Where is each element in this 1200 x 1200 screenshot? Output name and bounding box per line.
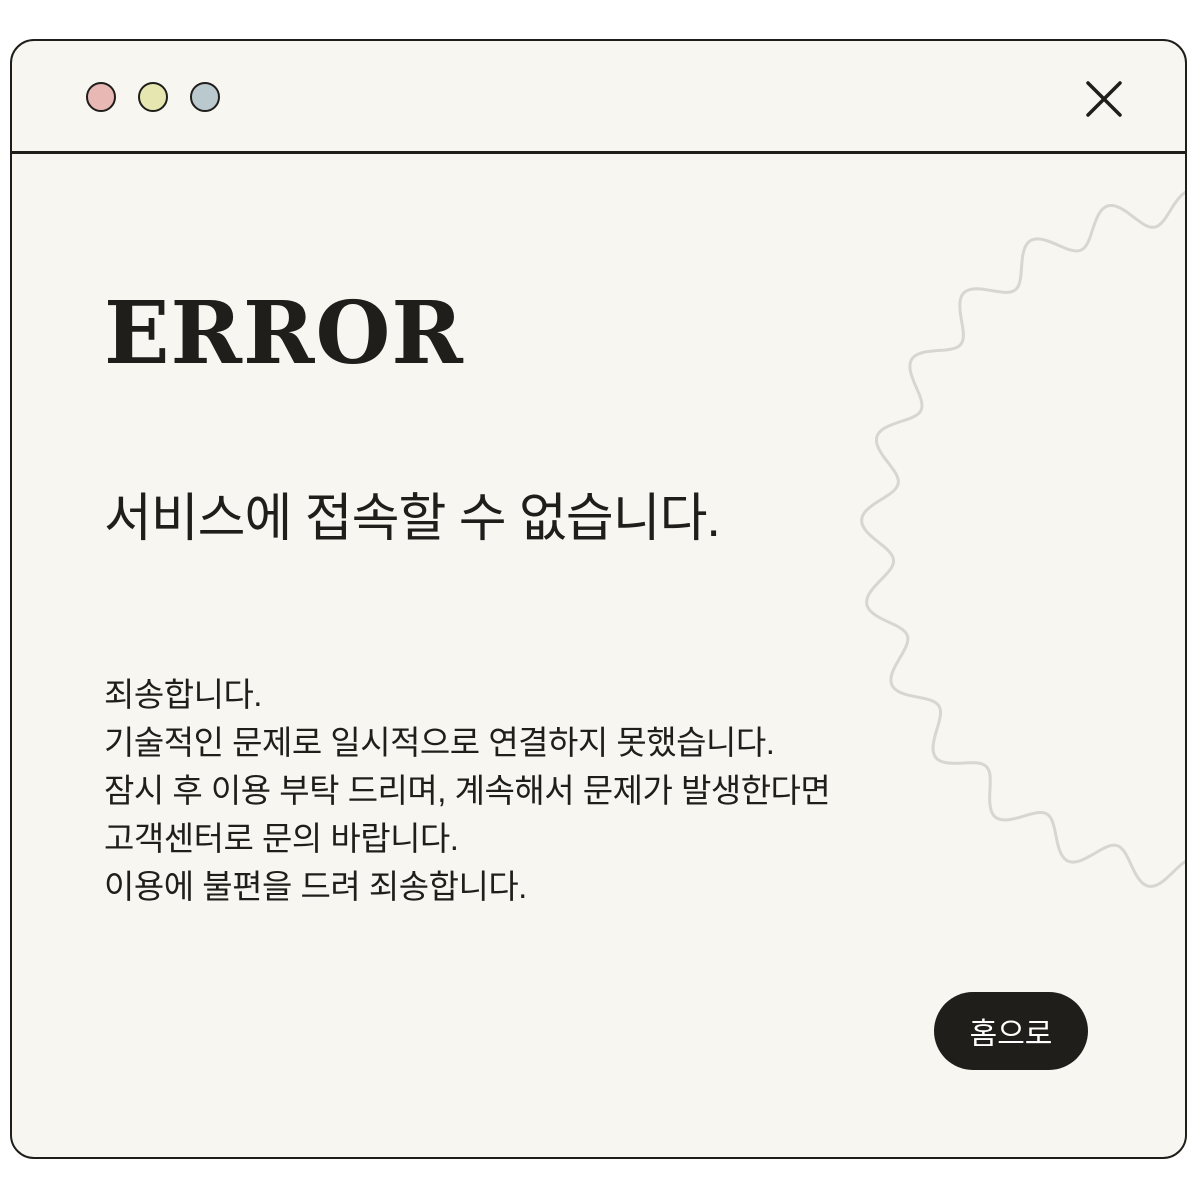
- window-control-red-dot[interactable]: [86, 82, 116, 112]
- decorative-wave-shape: [860, 191, 1185, 888]
- message-line: 죄송합니다.: [104, 676, 262, 713]
- message-line: 기술적인 문제로 일시적으로 연결하지 못했습니다.: [104, 724, 775, 761]
- window-control-blue-dot[interactable]: [190, 82, 220, 112]
- window-control-yellow-dot[interactable]: [138, 82, 168, 112]
- message-line: 고객센터로 문의 바랍니다.: [104, 820, 459, 857]
- message-line: 이용에 불편을 드려 죄송합니다.: [104, 868, 527, 905]
- error-title: ERROR: [104, 283, 464, 384]
- home-button[interactable]: 홈으로: [934, 992, 1088, 1070]
- close-icon[interactable]: [1084, 79, 1124, 119]
- message-line: 잠시 후 이용 부탁 드리며, 계속해서 문제가 발생한다면: [104, 772, 831, 809]
- error-message: 죄송합니다. 기술적인 문제로 일시적으로 연결하지 못했습니다. 잠시 후 이…: [104, 671, 884, 911]
- error-headline: 서비스에 접속할 수 없습니다.: [104, 490, 721, 548]
- error-window: ERROR 서비스에 접속할 수 없습니다. 죄송합니다. 기술적인 문제로 일…: [10, 39, 1187, 1159]
- window-titlebar: [12, 41, 1185, 154]
